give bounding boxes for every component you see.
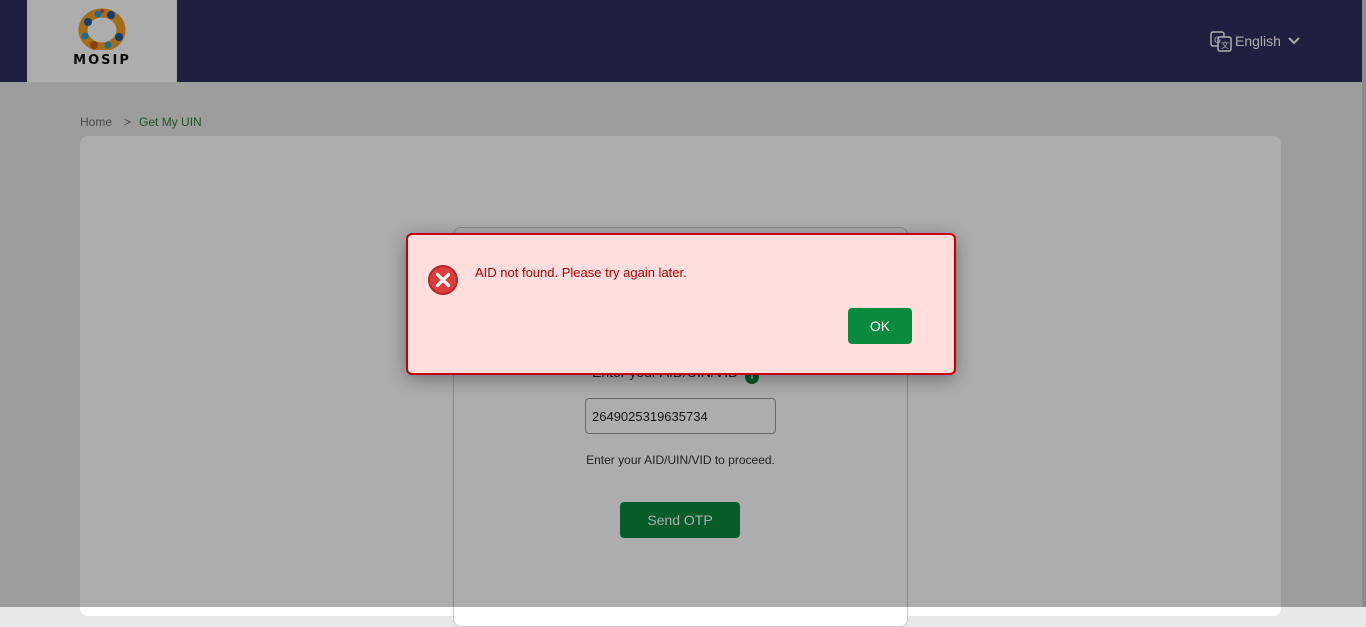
ok-button[interactable]: OK <box>848 308 912 344</box>
error-icon <box>428 265 458 295</box>
error-message: AID not found. Please try again later. <box>475 265 687 280</box>
error-dialog: AID not found. Please try again later. O… <box>406 233 956 375</box>
